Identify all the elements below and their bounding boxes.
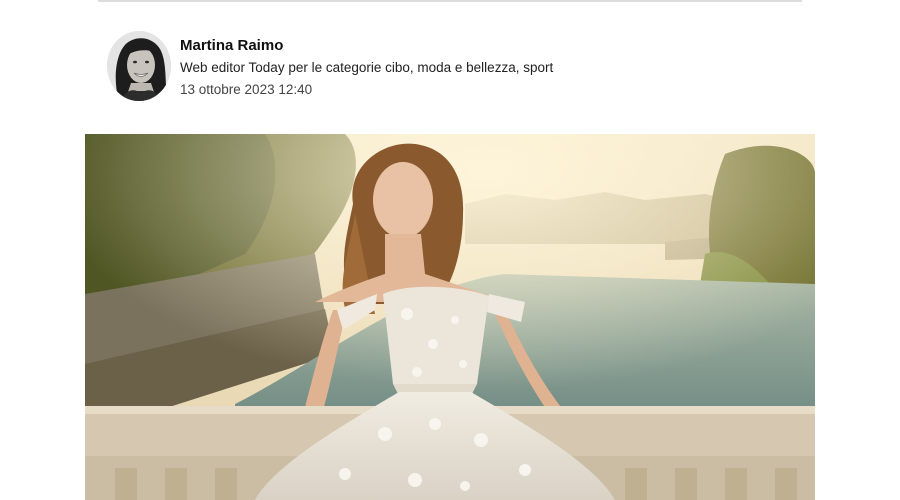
publish-date: 13 ottobre 2023 12:40 bbox=[180, 82, 313, 97]
top-divider bbox=[98, 0, 802, 2]
hero-image[interactable] bbox=[85, 134, 815, 500]
author-role: Web editor Today per le categorie cibo, … bbox=[180, 60, 554, 75]
author-photo bbox=[107, 31, 171, 101]
hero-photo bbox=[85, 134, 815, 500]
author-avatar[interactable] bbox=[107, 31, 171, 101]
author-info: Martina Raimo Web editor Today per le ca… bbox=[180, 30, 553, 99]
author-byline: Martina Raimo Web editor Today per le ca… bbox=[107, 30, 707, 102]
author-name[interactable]: Martina Raimo bbox=[180, 36, 553, 56]
